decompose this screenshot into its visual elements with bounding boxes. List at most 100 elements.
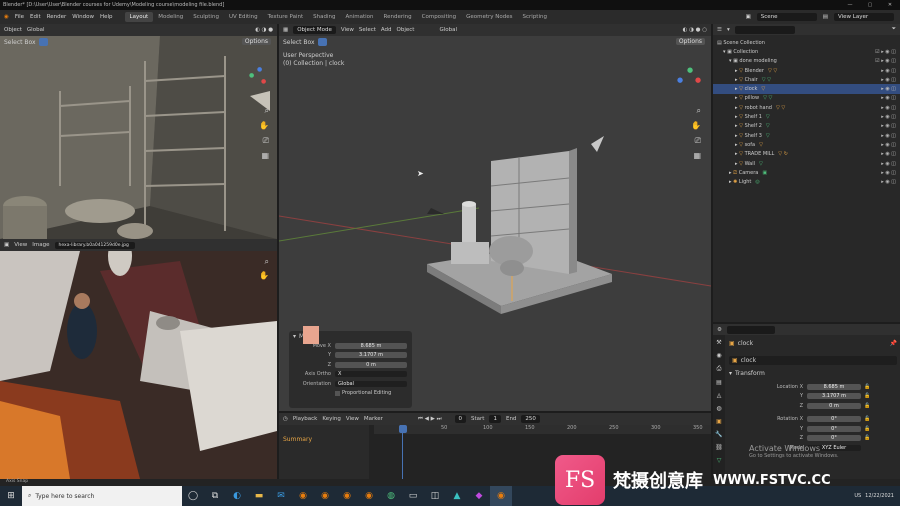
- outliner-row-scene-collection[interactable]: ▤ Scene Collection: [713, 38, 900, 47]
- outliner-row-clock[interactable]: ▸ ▽ clock ▽ ▸ ◉ ◫: [713, 84, 900, 94]
- outliner-row-trade-mill[interactable]: ▸ ▽ TRADE MILL ▽ ↻ ▸ ◉ ◫: [713, 150, 900, 159]
- modifier-tab-icon[interactable]: 🔧: [715, 431, 722, 438]
- grid-view-icon[interactable]: ▦: [261, 151, 269, 160]
- visibility-icons[interactable]: ▸ ◉ ◫: [881, 170, 900, 176]
- task-view-icon[interactable]: ◯: [182, 486, 204, 506]
- left-3d-viewport[interactable]: Select Box Options ● ● ● ⌕ ✋ ⎚ ▦: [0, 36, 277, 239]
- lock-icon[interactable]: 🔓: [864, 416, 870, 422]
- move-x-field[interactable]: 8.685 m: [335, 342, 407, 349]
- blender-app-icon-3[interactable]: ◉: [336, 486, 358, 506]
- visibility-icons[interactable]: ▸ ◉ ◫: [881, 179, 900, 185]
- start-frame-field[interactable]: 1: [489, 415, 501, 423]
- menu-render[interactable]: Render: [47, 14, 67, 20]
- outliner-row-camera[interactable]: ▸ ⎚ Camera ▣ ▸ ◉ ◫: [713, 168, 900, 177]
- stream-app-icon[interactable]: ▲: [446, 486, 468, 506]
- visibility-icons[interactable]: ▸ ◉ ◫: [881, 161, 900, 167]
- left-shading-icons[interactable]: ◐ ◑ ●: [255, 27, 273, 33]
- rotation-x-field[interactable]: 0°: [807, 416, 861, 423]
- blender-app-icon[interactable]: ◉: [292, 486, 314, 506]
- proportional-checkbox[interactable]: [335, 390, 340, 396]
- render-tab-icon[interactable]: ◉: [716, 352, 721, 359]
- outliner-row-chair[interactable]: ▸ ▽ Chair ▽ ▽ ▸ ◉ ◫: [713, 75, 900, 84]
- main-menu-add[interactable]: Add: [381, 27, 392, 33]
- marker-menu[interactable]: Marker: [364, 416, 383, 422]
- lock-icon[interactable]: 🔓: [864, 403, 870, 409]
- playback-menu[interactable]: Playback: [293, 416, 318, 422]
- tab-modeling[interactable]: Modeling: [153, 12, 188, 22]
- move-z-field[interactable]: 0 m: [335, 361, 407, 368]
- properties-editor-icon[interactable]: ⚙: [717, 327, 722, 333]
- tab-scripting[interactable]: Scripting: [518, 12, 552, 22]
- windows-start-icon[interactable]: ⊞: [0, 486, 22, 506]
- select-mode-new-icon[interactable]: [38, 38, 48, 46]
- timeline-editor-icon[interactable]: ◷: [283, 416, 288, 422]
- main-camera-icon[interactable]: ⎚: [695, 136, 701, 146]
- tab-sculpting[interactable]: Sculpting: [188, 12, 224, 22]
- move-y-field[interactable]: 3.1707 m: [335, 352, 407, 359]
- visibility-icons[interactable]: ▸ ◉ ◫: [881, 77, 900, 83]
- menu-help[interactable]: Help: [100, 14, 113, 20]
- zoom-icon[interactable]: ⌕: [265, 106, 269, 116]
- world-tab-icon[interactable]: ◍: [716, 405, 721, 412]
- outliner-row-blender[interactable]: ▸ ▽ Blender ▽ ▽ ▸ ◉ ◫: [713, 66, 900, 75]
- menu-window[interactable]: Window: [72, 14, 94, 20]
- scene-selector[interactable]: Scene: [756, 13, 817, 21]
- pan-hand-icon[interactable]: ✋: [259, 121, 269, 130]
- end-frame-field[interactable]: 250: [521, 415, 540, 423]
- file-explorer-icon[interactable]: ▬: [248, 486, 270, 506]
- outliner-row-robot-hand[interactable]: ▸ ▽ robot hand ▽ ▽ ▸ ◉ ◫: [713, 103, 900, 112]
- tab-uv-editing[interactable]: UV Editing: [224, 12, 263, 22]
- camera-view-icon[interactable]: ⎚: [263, 136, 269, 146]
- keying-menu[interactable]: Keying: [322, 416, 340, 422]
- image-menu-view[interactable]: View: [14, 242, 27, 248]
- image-file-selector[interactable]: hexa-library.b0a041259d0e.jpg: [54, 241, 135, 249]
- object-tab-icon[interactable]: ▣: [716, 418, 722, 425]
- main-options-button[interactable]: Options: [675, 38, 705, 45]
- outliner-row-light[interactable]: ▸ ✺ Light ◎ ▸ ◉ ◫: [713, 177, 900, 186]
- image-zoom-icon[interactable]: ⌕: [265, 257, 269, 267]
- tab-texture-paint[interactable]: Texture Paint: [263, 12, 309, 22]
- main-zoom-icon[interactable]: ⌕: [697, 106, 701, 116]
- pin-icon[interactable]: 📌: [890, 340, 897, 347]
- current-frame-field[interactable]: 0: [454, 415, 467, 423]
- blender-app-icon-2[interactable]: ◉: [314, 486, 336, 506]
- playhead-handle[interactable]: [399, 425, 407, 433]
- tab-compositing[interactable]: Compositing: [417, 12, 461, 22]
- main-menu-view[interactable]: View: [341, 27, 354, 33]
- edge-browser-icon[interactable]: ◐: [226, 486, 248, 506]
- outliner-row-sofa[interactable]: ▸ ▽ sofa ▽ ▸ ◉ ◫: [713, 140, 900, 149]
- visibility-icons[interactable]: ▸ ◉ ◫: [881, 114, 900, 120]
- outliner-search-input[interactable]: [734, 25, 795, 34]
- visibility-icons[interactable]: ▸ ◉ ◫: [881, 68, 900, 74]
- main-pan-icon[interactable]: ✋: [691, 121, 701, 130]
- transform-section-header[interactable]: ▾ Transform: [729, 370, 765, 377]
- view-layer-selector[interactable]: View Layer: [834, 13, 894, 21]
- left-options-button[interactable]: Options: [241, 38, 271, 45]
- image-menu-image[interactable]: Image: [32, 242, 49, 248]
- lock-icon[interactable]: 🔓: [864, 393, 870, 399]
- shading-mode-icons[interactable]: ◐ ◑ ● ○: [683, 27, 707, 33]
- navigation-gizmo[interactable]: ● ● ●: [249, 66, 269, 86]
- minimize-button[interactable]: —: [840, 2, 860, 8]
- scene-tab-icon[interactable]: ◬: [717, 392, 722, 399]
- rotation-y-field[interactable]: 0°: [807, 425, 861, 432]
- main-grid-icon[interactable]: ▦: [693, 151, 701, 160]
- main-navigation-gizmo[interactable]: ● ● ●: [677, 66, 701, 90]
- collapse-icon[interactable]: ▾: [293, 333, 296, 340]
- visibility-icons[interactable]: ▸ ◉ ◫: [881, 95, 900, 101]
- tab-layout[interactable]: Layout: [124, 12, 154, 22]
- outliner-funnel-icon[interactable]: ⏷: [892, 26, 896, 33]
- location-y-field[interactable]: 3.1707 m: [807, 393, 861, 400]
- orientation-dropdown[interactable]: Global: [335, 380, 407, 387]
- blender-active-icon[interactable]: ◉: [490, 486, 512, 506]
- image-pan-icon[interactable]: ✋: [259, 271, 269, 280]
- axis-ortho-dropdown[interactable]: X: [335, 371, 407, 378]
- lock-icon[interactable]: 🔓: [864, 435, 870, 441]
- visibility-icons[interactable]: ▸ ◉ ◫: [881, 133, 900, 139]
- object-mode-selector[interactable]: Object Mode: [293, 26, 336, 34]
- playback-controls[interactable]: ⏮ ◀ ▶ ⏭: [418, 416, 442, 423]
- data-name-field-row[interactable]: ▣ clock: [729, 356, 897, 365]
- outliner-row-pillow[interactable]: ▸ ▽ pillow ▽ ▽ ▸ ◉ ◫: [713, 94, 900, 103]
- properties-search-input[interactable]: [726, 325, 775, 334]
- image-editor-type-icon[interactable]: ▣: [4, 242, 9, 248]
